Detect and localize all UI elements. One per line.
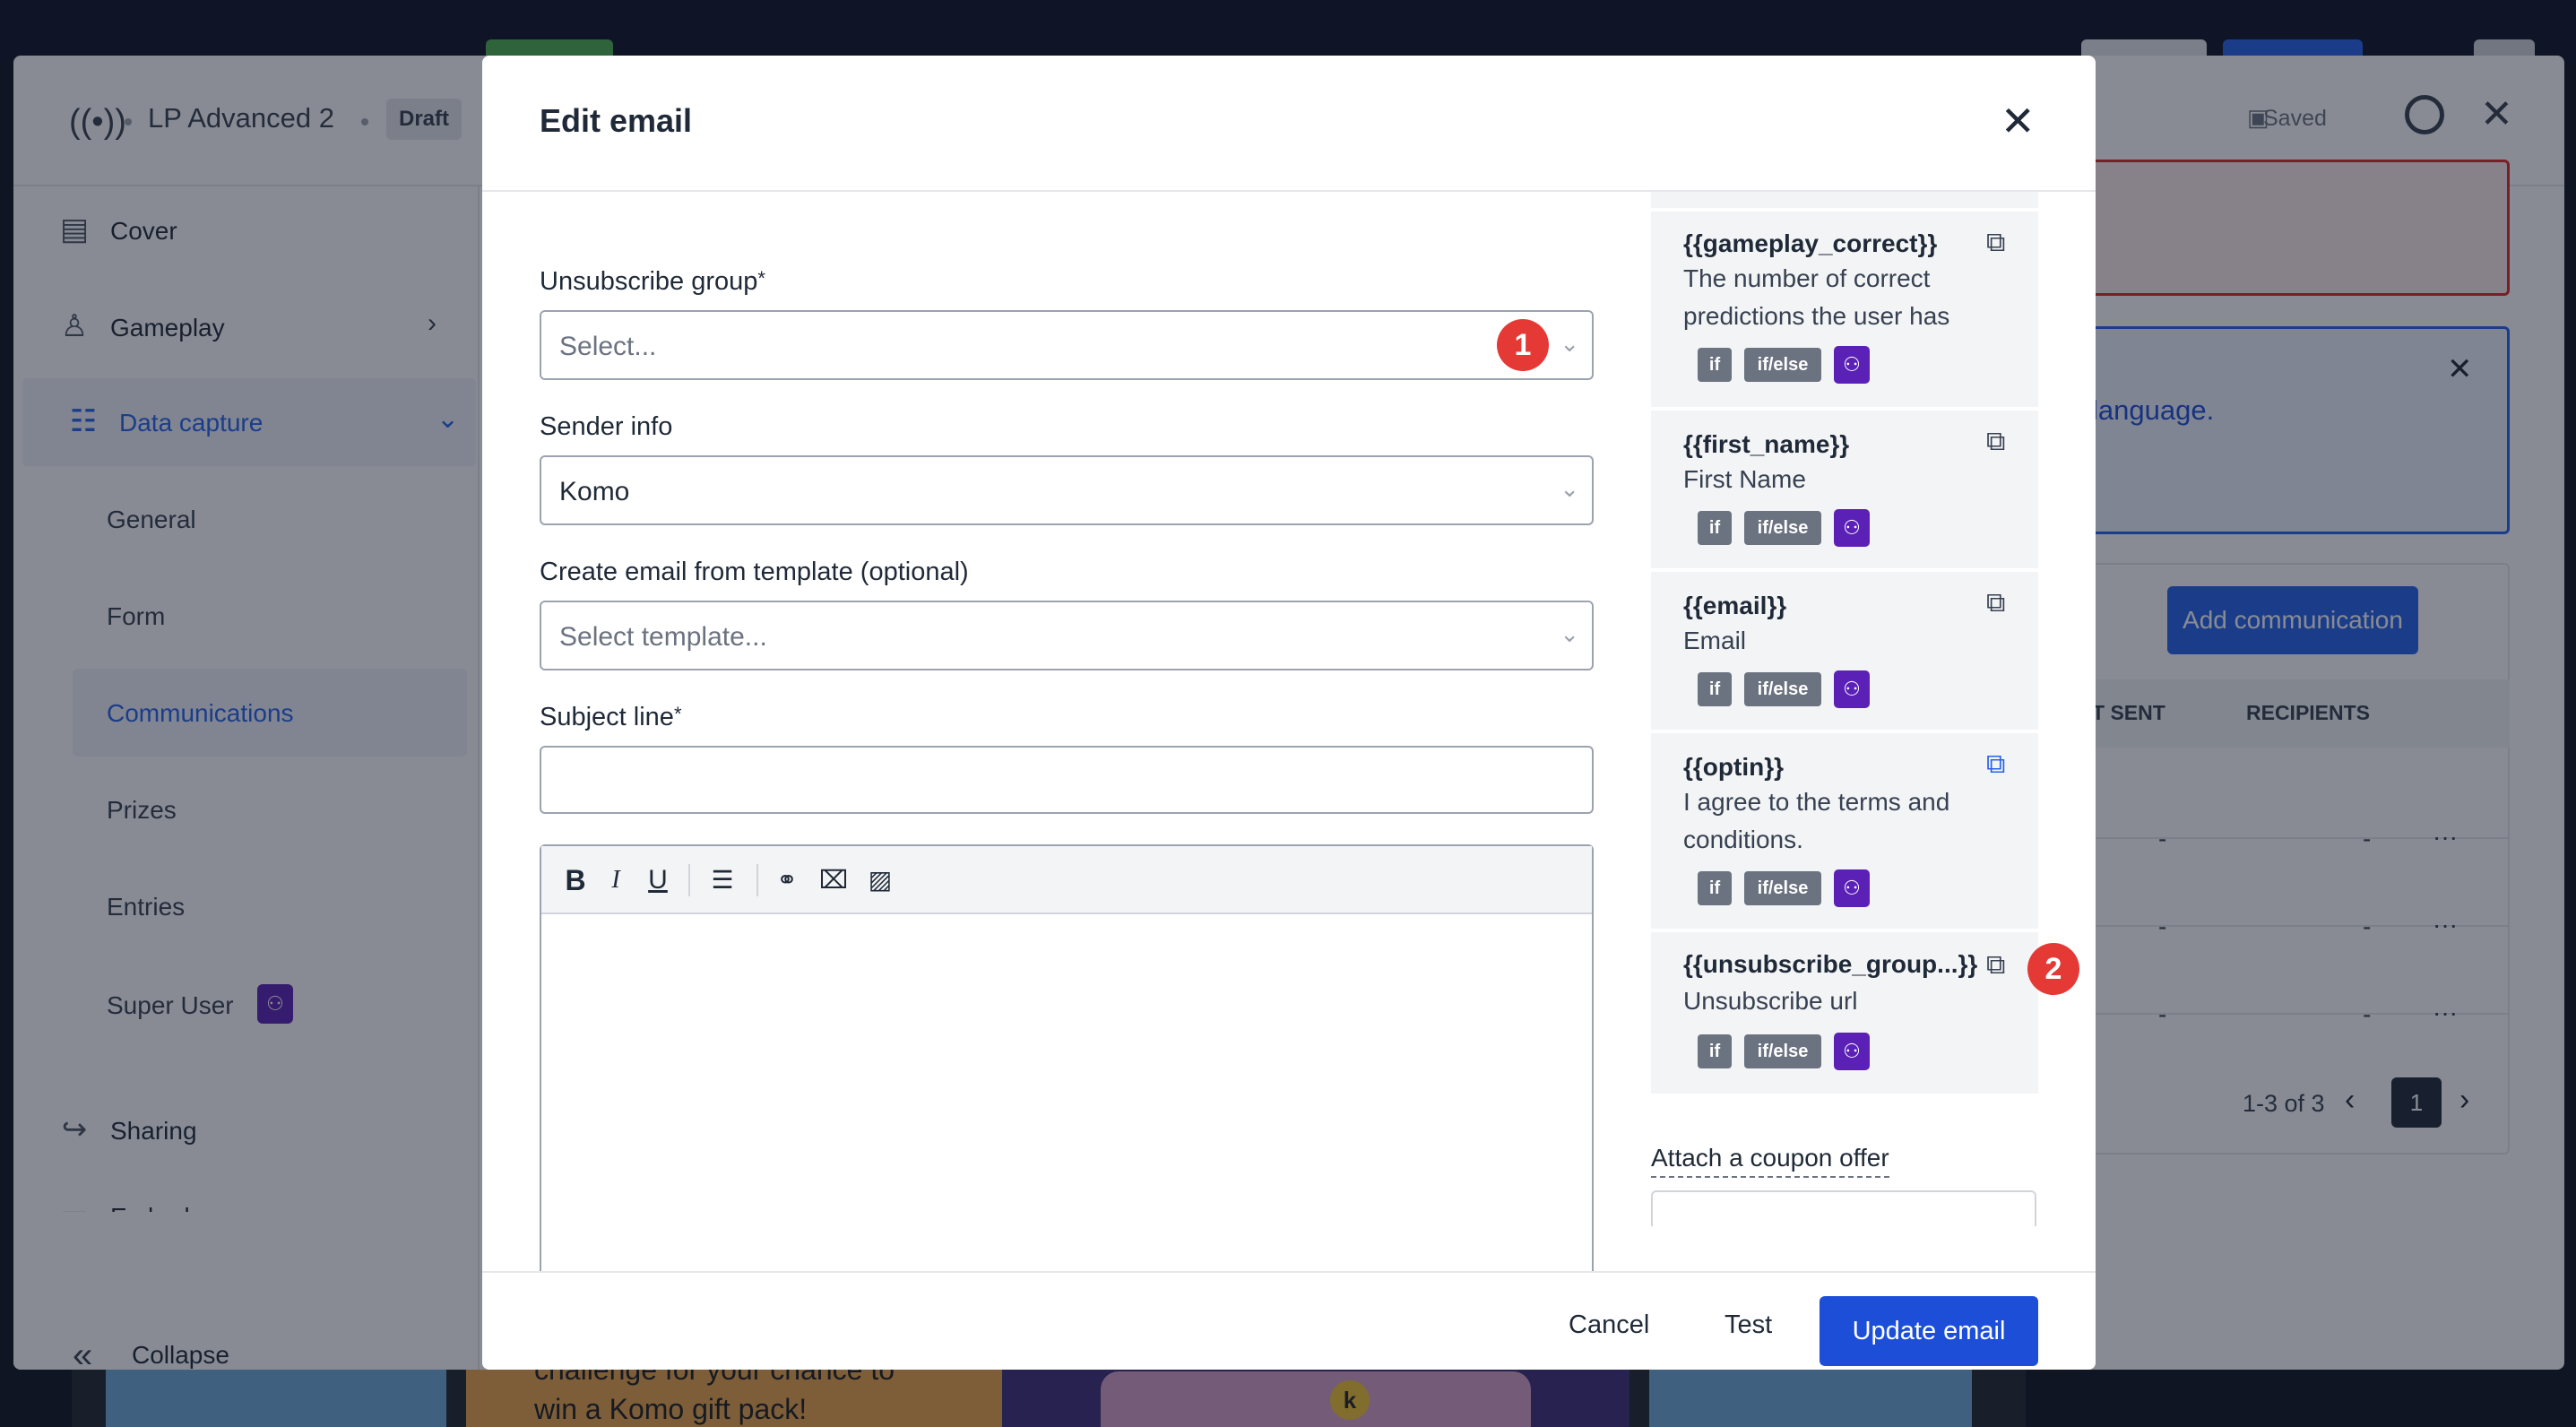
- subject-line-label: Subject line*: [540, 703, 682, 732]
- unsubscribe-group-label: Unsubscribe group*: [540, 267, 765, 297]
- copy-icon[interactable]: ⧉: [1986, 749, 2005, 780]
- user-badge-icon[interactable]: ⚇: [1834, 1033, 1870, 1070]
- user-badge-icon[interactable]: ⚇: [1834, 670, 1870, 708]
- attach-coupon-link[interactable]: Attach a coupon offer: [1651, 1144, 1889, 1178]
- chevron-down-icon: ⌄: [1560, 330, 1579, 357]
- subject-line-input[interactable]: [540, 746, 1594, 814]
- variable-description: First Name: [1683, 465, 1806, 493]
- bold-button[interactable]: B: [558, 861, 593, 900]
- sender-info-select[interactable]: Komo ⌄: [540, 455, 1594, 525]
- variable-name: {{unsubscribe_group...}}: [1683, 950, 1978, 978]
- variable-card: {{unsubscribe_group...}} ⧉ Unsubscribe u…: [1651, 932, 2038, 1097]
- required-mark: *: [757, 267, 765, 290]
- editor-toolbar: B I U ☰ ⚭ ⌧ ▨: [541, 846, 1592, 914]
- variables-panel: {{gameplay_correct}} ⧉ The number of cor…: [1651, 192, 2042, 1097]
- copy-icon[interactable]: ⧉: [1986, 228, 2005, 258]
- select-placeholder: Select template...: [559, 622, 767, 652]
- variable-card: {{optin}} ⧉ I agree to the terms and con…: [1651, 733, 2038, 932]
- modal-footer: Cancel Test Update email: [482, 1271, 2096, 1370]
- if-tag[interactable]: if: [1698, 871, 1732, 905]
- chevron-down-icon: ⌄: [1560, 475, 1579, 502]
- if-else-tag[interactable]: if/else: [1744, 348, 1821, 382]
- edit-email-modal: Edit email ✕ Unsubscribe group* Select..…: [482, 56, 2096, 1370]
- if-tag[interactable]: if: [1698, 1034, 1732, 1068]
- variable-description: The number of correct predictions the us…: [1683, 264, 1950, 330]
- copy-icon[interactable]: ⧉: [1986, 950, 2005, 981]
- modal-title: Edit email: [540, 102, 693, 139]
- toolbar-separator: [756, 864, 758, 896]
- variable-name: {{gameplay_correct}}: [1683, 229, 1938, 257]
- coupon-select[interactable]: [1651, 1190, 2036, 1226]
- sender-info-label: Sender info: [540, 412, 673, 441]
- variable-description: I agree to the terms and conditions.: [1683, 788, 1950, 853]
- if-tag[interactable]: if: [1698, 348, 1732, 382]
- annotation-marker-1: 1: [1497, 319, 1549, 371]
- italic-button[interactable]: I: [601, 861, 631, 900]
- bullet-list-icon[interactable]: ☰: [701, 861, 744, 900]
- field-label-text: Unsubscribe group: [540, 267, 758, 296]
- select-placeholder: Select...: [559, 332, 657, 361]
- template-label: Create email from template (optional): [540, 558, 969, 586]
- field-label-text: Subject line: [540, 703, 674, 731]
- copy-icon[interactable]: ⧉: [1986, 588, 2005, 618]
- link-icon[interactable]: ⚭: [769, 861, 805, 900]
- image-icon[interactable]: ▨: [862, 861, 898, 900]
- if-tag[interactable]: if: [1698, 511, 1732, 545]
- variable-description: Email: [1683, 627, 1747, 654]
- chevron-down-icon: ⌄: [1560, 620, 1579, 647]
- variable-name: {{first_name}}: [1683, 430, 1850, 458]
- if-else-tag[interactable]: if/else: [1744, 672, 1821, 706]
- clear-format-icon[interactable]: ⌧: [816, 861, 851, 900]
- user-badge-icon[interactable]: ⚇: [1834, 509, 1870, 547]
- variable-card: {{gameplay_correct}} ⧉ The number of cor…: [1651, 212, 2038, 411]
- required-mark: *: [673, 703, 682, 725]
- email-body-editor[interactable]: B I U ☰ ⚭ ⌧ ▨: [540, 844, 1594, 1271]
- variable-description: Unsubscribe url: [1683, 987, 1858, 1015]
- update-email-button[interactable]: Update email: [1820, 1296, 2038, 1366]
- underline-button[interactable]: U: [640, 861, 676, 900]
- test-button[interactable]: Test: [1725, 1310, 1772, 1340]
- cancel-button[interactable]: Cancel: [1569, 1310, 1649, 1340]
- template-select[interactable]: Select template... ⌄: [540, 601, 1594, 670]
- close-icon[interactable]: ✕: [2001, 95, 2036, 147]
- toolbar-separator: [688, 864, 690, 896]
- if-else-tag[interactable]: if/else: [1744, 511, 1821, 545]
- modal-header: Edit email ✕: [482, 56, 2096, 192]
- select-value: Komo: [559, 477, 630, 506]
- if-else-tag[interactable]: if/else: [1744, 1034, 1821, 1068]
- variable-name: {{optin}}: [1683, 753, 1784, 781]
- copy-icon[interactable]: ⧉: [1986, 427, 2005, 457]
- variable-name: {{email}}: [1683, 592, 1787, 619]
- user-badge-icon[interactable]: ⚇: [1834, 869, 1870, 907]
- annotation-marker-2: 2: [2027, 943, 2079, 995]
- if-else-tag[interactable]: if/else: [1744, 871, 1821, 905]
- if-tag[interactable]: if: [1698, 672, 1732, 706]
- email-form: Unsubscribe group* Select... ⌄ 1 Sender …: [482, 192, 1651, 1271]
- unsubscribe-group-select[interactable]: Select... ⌄: [540, 310, 1594, 380]
- variable-card: {{first_name}} ⧉ First Name if if/else ⚇: [1651, 411, 2038, 572]
- variable-card: {{email}} ⧉ Email if if/else ⚇: [1651, 572, 2038, 733]
- user-badge-icon[interactable]: ⚇: [1834, 346, 1870, 384]
- variable-card: [1651, 192, 2038, 212]
